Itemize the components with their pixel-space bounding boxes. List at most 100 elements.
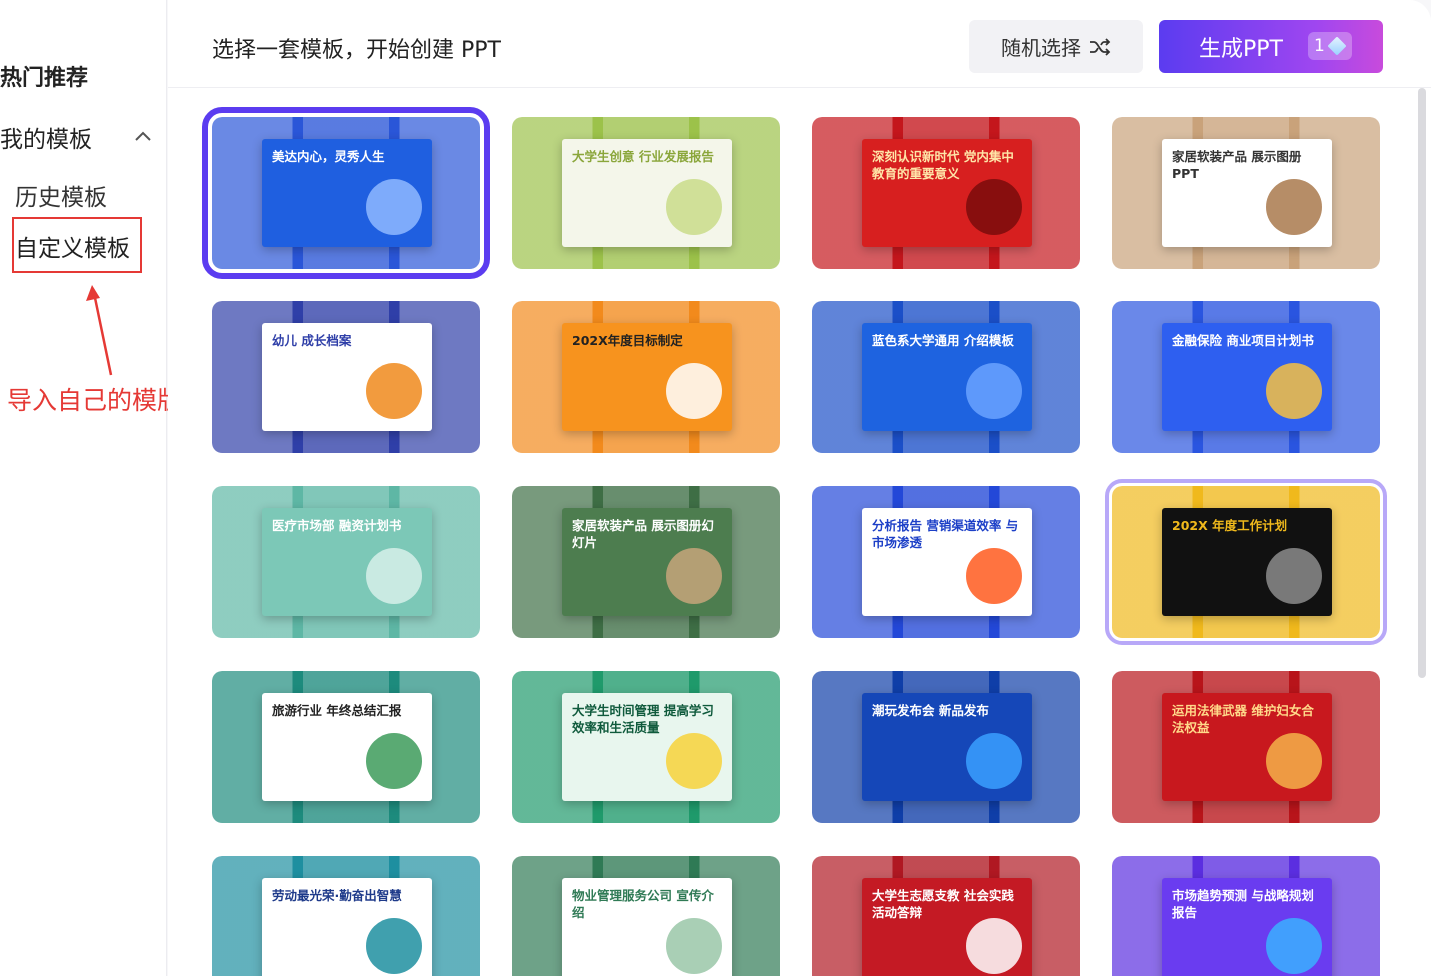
template-title: 金融保险 商业项目计划书	[1172, 333, 1314, 348]
template-thumbnail: 家居软装产品 展示图册PPT	[1112, 117, 1380, 269]
template-thumbnail: 202X 年度工作计划	[1112, 486, 1380, 638]
thumbnail-cover-slide: 深刻认识新时代 党内集中教育的重要意义	[862, 139, 1032, 247]
thumbnail-cover-slide: 潮玩发布会 新品发布	[862, 693, 1032, 801]
sidebar-item-my-templates[interactable]: 我的模板	[0, 120, 92, 154]
template-card[interactable]: 市场趋势预测 与战略规划报告	[1112, 856, 1380, 976]
app-window: 热门推荐 我的模板 历史模板 自定义模板 导入自己的模版 选择一套模板，开始创建…	[0, 0, 1431, 976]
thumbnail-graphic	[1266, 548, 1322, 604]
thumbnail-cover-slide: 202X 年度工作计划	[1162, 508, 1332, 616]
thumbnail-cover-slide: 劳动最光荣·勤奋出智慧	[262, 878, 432, 976]
template-card[interactable]: 家居软装产品 展示图册幻灯片	[512, 486, 780, 638]
thumbnail-graphic	[1266, 733, 1322, 789]
thumbnail-cover-slide: 202X年度目标制定	[562, 323, 732, 431]
thumbnail-cover-slide: 物业管理服务公司 宣传介绍	[562, 878, 732, 976]
thumbnail-graphic	[366, 548, 422, 604]
thumbnail-cover-slide: 金融保险 商业项目计划书	[1162, 323, 1332, 431]
template-grid: 美达内心，灵秀人生 大学生创意 行业发展报告 深刻认识新时代 党内集中教育的重要意义…	[168, 88, 1418, 976]
template-title: 202X年度目标制定	[572, 333, 683, 348]
template-card[interactable]: 劳动最光荣·勤奋出智慧	[212, 856, 480, 976]
chevron-up-icon[interactable]	[131, 126, 155, 146]
thumbnail-cover-slide: 大学生志愿支教 社会实践活动答辩	[862, 878, 1032, 976]
thumbnail-cover-slide: 幼儿 成长档案	[262, 323, 432, 431]
template-title: 市场趋势预测 与战略规划报告	[1172, 888, 1314, 920]
main-panel: 选择一套模板，开始创建 PPT 随机选择 生成PPT 1 美达内心，灵秀人生大学…	[168, 0, 1431, 976]
template-title: 旅游行业 年终总结汇报	[272, 703, 402, 718]
thumbnail-cover-slide: 分析报告 营销渠道效率 与市场渗透	[862, 508, 1032, 616]
generate-ppt-button[interactable]: 生成PPT 1	[1159, 20, 1383, 73]
template-card[interactable]: 家居软装产品 展示图册PPT	[1112, 117, 1380, 269]
thumbnail-graphic	[366, 363, 422, 419]
template-card[interactable]: 运用法律武器 维护妇女合法权益	[1112, 671, 1380, 823]
thumbnail-graphic	[666, 179, 722, 235]
template-card[interactable]: 美达内心，灵秀人生	[202, 107, 490, 279]
template-title: 家居软装产品 展示图册幻灯片	[572, 518, 714, 550]
template-card[interactable]: 大学生时间管理 提高学习效率和生活质量	[512, 671, 780, 823]
template-card[interactable]: 蓝色系大学通用 介绍模板	[812, 301, 1080, 453]
template-thumbnail: 大学生时间管理 提高学习效率和生活质量	[512, 671, 780, 823]
template-card[interactable]: 202X 年度工作计划	[1105, 479, 1387, 645]
sidebar-section-hot[interactable]: 热门推荐	[0, 60, 88, 92]
header: 选择一套模板，开始创建 PPT 随机选择 生成PPT 1	[168, 0, 1431, 88]
template-thumbnail: 蓝色系大学通用 介绍模板	[812, 301, 1080, 453]
template-card[interactable]: 深刻认识新时代 党内集中教育的重要意义	[812, 117, 1080, 269]
credit-badge: 1	[1308, 32, 1352, 60]
template-card[interactable]: 大学生创意 行业发展报告	[512, 117, 780, 269]
template-title: 潮玩发布会 新品发布	[872, 703, 989, 718]
template-card[interactable]: 医疗市场部 融资计划书	[212, 486, 480, 638]
template-title: 家居软装产品 展示图册PPT	[1172, 149, 1302, 181]
thumbnail-graphic	[966, 733, 1022, 789]
template-thumbnail: 市场趋势预测 与战略规划报告	[1112, 856, 1380, 976]
template-thumbnail: 旅游行业 年终总结汇报	[212, 671, 480, 823]
thumbnail-cover-slide: 医疗市场部 融资计划书	[262, 508, 432, 616]
template-card[interactable]: 大学生志愿支教 社会实践活动答辩	[812, 856, 1080, 976]
thumbnail-cover-slide: 大学生时间管理 提高学习效率和生活质量	[562, 693, 732, 801]
template-card[interactable]: 幼儿 成长档案	[212, 301, 480, 453]
diamond-icon	[1327, 36, 1347, 56]
template-title: 医疗市场部 融资计划书	[272, 518, 402, 533]
highlight-box	[12, 217, 142, 273]
sidebar: 热门推荐 我的模板 历史模板 自定义模板 导入自己的模版	[0, 0, 182, 976]
template-thumbnail: 运用法律武器 维护妇女合法权益	[1112, 671, 1380, 823]
thumbnail-graphic	[366, 733, 422, 789]
template-card[interactable]: 物业管理服务公司 宣传介绍	[512, 856, 780, 976]
generate-ppt-label: 生成PPT	[1199, 36, 1283, 62]
template-title: 幼儿 成长档案	[272, 333, 352, 348]
template-thumbnail: 幼儿 成长档案	[212, 301, 480, 453]
thumbnail-graphic	[1266, 363, 1322, 419]
template-card[interactable]: 202X年度目标制定	[512, 301, 780, 453]
thumbnail-cover-slide: 运用法律武器 维护妇女合法权益	[1162, 693, 1332, 801]
thumbnail-cover-slide: 美达内心，灵秀人生	[262, 139, 432, 247]
template-thumbnail: 劳动最光荣·勤奋出智慧	[212, 856, 480, 976]
random-select-button[interactable]: 随机选择	[969, 20, 1143, 73]
thumbnail-cover-slide: 市场趋势预测 与战略规划报告	[1162, 878, 1332, 976]
template-title: 蓝色系大学通用 介绍模板	[872, 333, 1014, 348]
template-card[interactable]: 潮玩发布会 新品发布	[812, 671, 1080, 823]
template-card[interactable]: 旅游行业 年终总结汇报	[212, 671, 480, 823]
template-thumbnail: 大学生志愿支教 社会实践活动答辩	[812, 856, 1080, 976]
thumbnail-cover-slide: 蓝色系大学通用 介绍模板	[862, 323, 1032, 431]
shuffle-icon	[1090, 37, 1111, 56]
template-thumbnail: 202X年度目标制定	[512, 301, 780, 453]
page-title: 选择一套模板，开始创建 PPT	[212, 38, 501, 63]
template-title: 大学生时间管理 提高学习效率和生活质量	[572, 703, 714, 735]
template-card[interactable]: 分析报告 营销渠道效率 与市场渗透	[812, 486, 1080, 638]
template-title: 运用法律武器 维护妇女合法权益	[1172, 703, 1314, 735]
thumbnail-cover-slide: 旅游行业 年终总结汇报	[262, 693, 432, 801]
template-thumbnail: 金融保险 商业项目计划书	[1112, 301, 1380, 453]
template-title: 202X 年度工作计划	[1172, 518, 1288, 533]
sidebar-item-history[interactable]: 历史模板	[15, 178, 107, 212]
template-title: 大学生志愿支教 社会实践活动答辩	[872, 888, 1014, 920]
thumbnail-graphic	[666, 918, 722, 974]
template-card[interactable]: 金融保险 商业项目计划书	[1112, 301, 1380, 453]
scrollbar[interactable]	[1418, 88, 1426, 678]
thumbnail-graphic	[1266, 918, 1322, 974]
template-thumbnail: 深刻认识新时代 党内集中教育的重要意义	[812, 117, 1080, 269]
thumbnail-graphic	[966, 363, 1022, 419]
thumbnail-cover-slide: 家居软装产品 展示图册PPT	[1162, 139, 1332, 247]
thumbnail-graphic	[366, 179, 422, 235]
template-title: 大学生创意 行业发展报告	[572, 149, 714, 164]
annotation-arrow-icon	[86, 285, 113, 376]
thumbnail-graphic	[666, 548, 722, 604]
thumbnail-cover-slide: 大学生创意 行业发展报告	[562, 139, 732, 247]
thumbnail-graphic	[666, 733, 722, 789]
